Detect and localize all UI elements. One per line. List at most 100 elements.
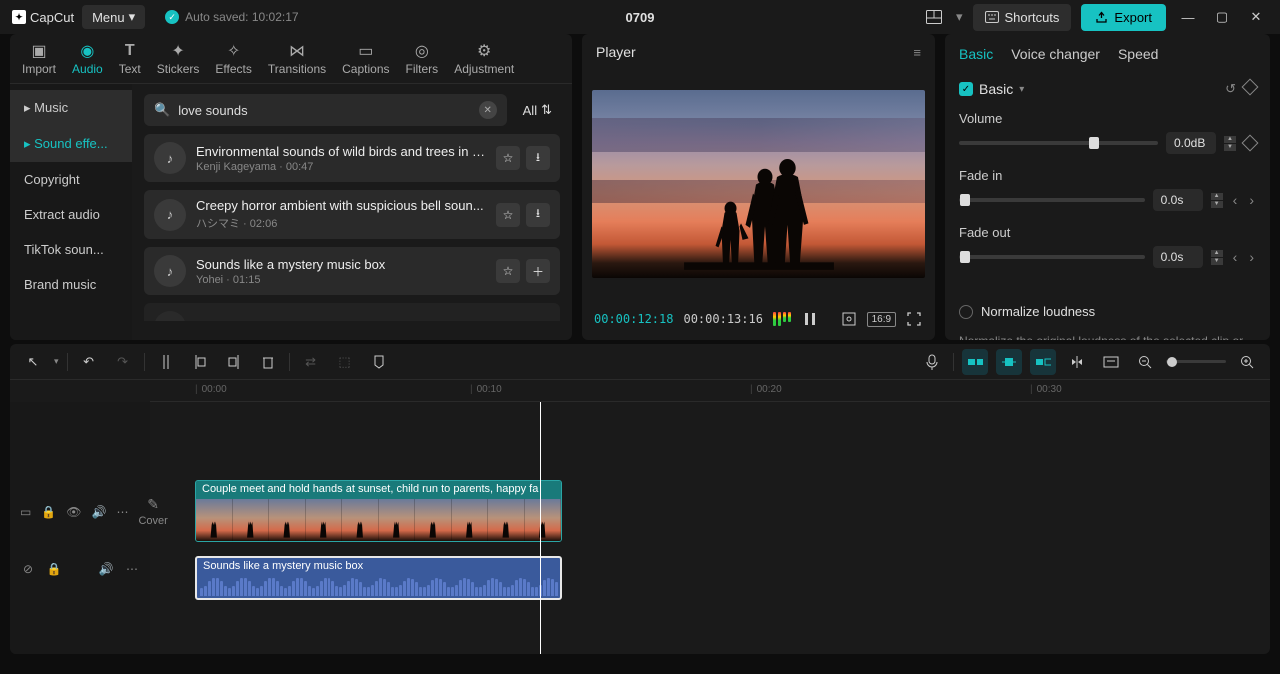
- more-icon[interactable]: ⋯: [116, 505, 128, 519]
- redo-button[interactable]: ↷: [110, 349, 136, 375]
- volume-keyframe[interactable]: [1242, 135, 1259, 152]
- player-menu-button[interactable]: ≡: [913, 45, 921, 60]
- magnet-main-button[interactable]: [962, 349, 988, 375]
- tab-voice-changer[interactable]: Voice changer: [1011, 46, 1100, 62]
- volume-up[interactable]: ▲: [1224, 136, 1236, 143]
- volume-down[interactable]: ▼: [1224, 144, 1236, 151]
- fullscreen-button[interactable]: [904, 306, 923, 332]
- fadein-up[interactable]: ▲: [1211, 193, 1223, 200]
- tab-basic[interactable]: Basic: [959, 46, 993, 62]
- zoom-slider[interactable]: [1166, 360, 1226, 363]
- result-item[interactable]: ♪ Sounds like a mystery music box Yohei …: [144, 247, 560, 295]
- fadein-value[interactable]: 0.0s: [1153, 189, 1203, 211]
- timeline-ruler[interactable]: 00:00 00:10 00:20 00:30: [150, 380, 1270, 402]
- volume-slider[interactable]: [959, 141, 1158, 145]
- download-button[interactable]: ⭳: [526, 146, 550, 170]
- result-item[interactable]: ♪ Environmental sounds of wild birds and…: [144, 134, 560, 182]
- split-button[interactable]: [153, 349, 179, 375]
- chevron-down-icon[interactable]: ▾: [54, 356, 59, 367]
- tab-speed[interactable]: Speed: [1118, 46, 1158, 62]
- tab-effects[interactable]: ✧Effects: [207, 38, 259, 80]
- fadein-down[interactable]: ▼: [1211, 201, 1223, 208]
- search-box[interactable]: 🔍 ✕: [144, 94, 507, 126]
- more-icon[interactable]: ⋯: [124, 562, 140, 576]
- filter-all-button[interactable]: All ⇅: [515, 96, 560, 124]
- fadein-slider[interactable]: [959, 198, 1145, 202]
- sidebar-item-sound-effects[interactable]: ▸ Sound effe...: [10, 126, 132, 162]
- favorite-button[interactable]: ☆: [496, 146, 520, 170]
- fadeout-down[interactable]: ▼: [1211, 258, 1223, 265]
- preview-axis-button[interactable]: [1064, 349, 1090, 375]
- magnet-track-button[interactable]: [996, 349, 1022, 375]
- result-item[interactable]: ♪ Creepy horror ambient with suspicious …: [144, 190, 560, 239]
- prev-arrow[interactable]: ‹: [1231, 249, 1240, 265]
- chevron-down-icon[interactable]: ▾: [1019, 84, 1024, 95]
- favorite-button[interactable]: ☆: [496, 203, 520, 227]
- next-arrow[interactable]: ›: [1247, 249, 1256, 265]
- record-audio-button[interactable]: [919, 349, 945, 375]
- trim-right-button[interactable]: [221, 349, 247, 375]
- search-input[interactable]: [178, 103, 470, 118]
- zoom-out-button[interactable]: [1132, 349, 1158, 375]
- tracks-area[interactable]: ▭ 🔒 👁 🔊 ⋯ ✎ Cover ⊘ 🔒 �: [10, 402, 1270, 654]
- fadeout-up[interactable]: ▲: [1211, 250, 1223, 257]
- tab-captions[interactable]: ▭Captions: [334, 38, 397, 80]
- shortcuts-button[interactable]: Shortcuts: [973, 4, 1072, 31]
- lock-icon[interactable]: 🔒: [41, 505, 56, 519]
- chevron-down-icon[interactable]: ▾: [956, 9, 963, 25]
- zoom-in-button[interactable]: [1234, 349, 1260, 375]
- disable-icon[interactable]: ⊘: [20, 562, 36, 576]
- close-button[interactable]: ✕: [1244, 5, 1268, 29]
- track-type-icon[interactable]: ▭: [20, 505, 31, 519]
- layout-button[interactable]: [922, 5, 946, 29]
- clear-cache-button[interactable]: [1098, 349, 1124, 375]
- next-arrow[interactable]: ›: [1247, 192, 1256, 208]
- normalize-loudness-row[interactable]: Normalize loudness: [959, 304, 1256, 319]
- export-button[interactable]: Export: [1081, 4, 1166, 31]
- prev-arrow[interactable]: ‹: [1231, 192, 1240, 208]
- tab-audio[interactable]: ◉Audio: [64, 38, 111, 80]
- sidebar-item-copyright[interactable]: Copyright: [10, 162, 132, 197]
- tab-transitions[interactable]: ⋈Transitions: [260, 38, 334, 80]
- tab-import[interactable]: ▣Import: [14, 38, 64, 80]
- tab-text[interactable]: TText: [111, 38, 149, 80]
- tab-filters[interactable]: ◎Filters: [398, 38, 447, 80]
- section-enabled-checkbox[interactable]: ✓: [959, 82, 973, 96]
- sidebar-item-extract[interactable]: Extract audio: [10, 197, 132, 232]
- reset-button[interactable]: ↺: [1225, 81, 1236, 97]
- video-preview[interactable]: [592, 90, 925, 277]
- volume-value[interactable]: 0.0dB: [1166, 132, 1216, 154]
- safe-zone-button[interactable]: [840, 306, 859, 332]
- mirror-button[interactable]: ⇄: [298, 349, 324, 375]
- mute-icon[interactable]: 🔊: [98, 562, 114, 576]
- tab-stickers[interactable]: ✦Stickers: [149, 38, 208, 80]
- add-button[interactable]: ＋: [526, 259, 550, 283]
- sidebar-item-music[interactable]: ▸ Music: [10, 90, 132, 126]
- sidebar-item-brand[interactable]: Brand music: [10, 267, 132, 302]
- pause-button[interactable]: [801, 306, 820, 332]
- sidebar-item-tiktok[interactable]: TikTok soun...: [10, 232, 132, 267]
- aspect-ratio-button[interactable]: 16:9: [868, 306, 894, 332]
- marker-button[interactable]: [366, 349, 392, 375]
- audio-clip[interactable]: Sounds like a mystery music box: [195, 556, 562, 600]
- minimize-button[interactable]: —: [1176, 5, 1200, 29]
- maximize-button[interactable]: ▢: [1210, 5, 1234, 29]
- pointer-tool[interactable]: ↖: [20, 349, 46, 375]
- delete-button[interactable]: [255, 349, 281, 375]
- fadeout-slider[interactable]: [959, 255, 1145, 259]
- mute-icon[interactable]: 🔊: [92, 505, 107, 519]
- lock-icon[interactable]: 🔒: [46, 562, 62, 576]
- fadeout-value[interactable]: 0.0s: [1153, 246, 1203, 268]
- playhead[interactable]: [540, 402, 541, 654]
- clear-search-button[interactable]: ✕: [479, 101, 497, 119]
- tab-adjustment[interactable]: ⚙Adjustment: [446, 38, 522, 80]
- keyframe-button[interactable]: [1242, 79, 1259, 96]
- result-item[interactable]: ♪ DJ scratch sounds and simple beats(128…: [144, 303, 560, 321]
- undo-button[interactable]: ↶: [76, 349, 102, 375]
- eye-icon[interactable]: 👁: [66, 505, 81, 519]
- normalize-checkbox[interactable]: [959, 305, 973, 319]
- menu-button[interactable]: Menu ▾: [82, 5, 145, 29]
- trim-left-button[interactable]: [187, 349, 213, 375]
- link-button[interactable]: [1030, 349, 1056, 375]
- video-clip[interactable]: Couple meet and hold hands at sunset, ch…: [195, 480, 562, 542]
